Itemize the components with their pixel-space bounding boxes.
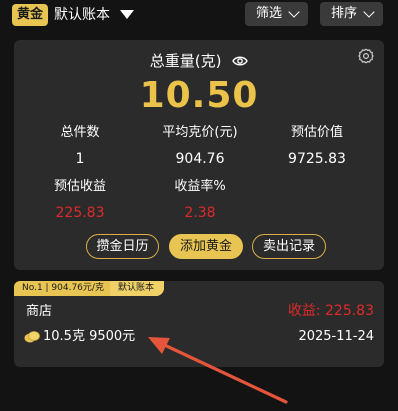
record-index-price: No.1 | 904.76元/克 [22,283,104,293]
eye-icon[interactable] [232,55,249,67]
stat-est-value: 预估价值 9725.83 [257,124,377,168]
stat-value: 9725.83 [288,151,346,167]
filter-button[interactable]: 筛选 [245,2,308,26]
top-bar: 黄金 默认账本 筛选 排序 [0,0,398,30]
summary-title: 总重量(克) [149,51,222,70]
sort-label: 排序 [331,6,358,21]
stat-value: 904.76 [175,151,225,167]
record-profit: 收益: 225.83 [287,303,374,319]
caret-down-icon[interactable] [120,10,134,19]
record-ledger-tag: 默认账本 [109,281,164,296]
record-date: 2025-11-24 [298,329,374,344]
stat-profit-rate: 收益率% 2.38 [140,178,260,222]
gold-coin-icon [24,331,40,343]
gear-icon[interactable] [358,48,374,64]
stat-value: 1 [75,151,85,167]
add-gold-button[interactable]: 添加黄金 [169,234,243,259]
record-tag: No.1 | 904.76元/克 默认账本 [14,281,164,296]
filter-label: 筛选 [256,6,283,21]
ledger-selector[interactable]: 默认账本 [54,5,110,25]
sort-button[interactable]: 排序 [320,2,383,26]
stat-value: 2.38 [184,205,216,221]
stat-value: 225.83 [55,205,105,221]
gold-ledger-screen: 黄金 默认账本 筛选 排序 总重量(克) 10.50 总件数 1 平均克价(元)… [0,0,398,411]
stat-label: 预估价值 [290,125,343,140]
chevron-down-icon [288,6,300,18]
savings-calendar-button[interactable]: 攒金日历 [86,234,159,259]
stat-label: 平均克价(元) [162,125,238,140]
stat-avg-price: 平均克价(元) 904.76 [140,124,260,168]
chevron-down-icon [363,6,375,18]
annotation-arrow [148,337,288,404]
summary-title-row: 总重量(克) [14,50,384,71]
record-weight-cost: 10.5克 9500元 [43,329,136,344]
sell-records-button[interactable]: 卖出记录 [252,234,326,259]
record-store: 商店 [26,304,53,319]
category-badge[interactable]: 黄金 [12,4,48,26]
stat-label: 预估收益 [53,179,106,194]
stat-total-count: 总件数 1 [20,124,140,168]
stat-label: 收益率% [174,179,226,194]
total-weight-value: 10.50 [139,75,259,116]
summary-card: 总重量(克) 10.50 总件数 1 平均克价(元) 904.76 预估价值 9… [14,40,384,270]
stat-label: 总件数 [60,125,100,140]
stat-est-profit: 预估收益 225.83 [20,178,140,222]
